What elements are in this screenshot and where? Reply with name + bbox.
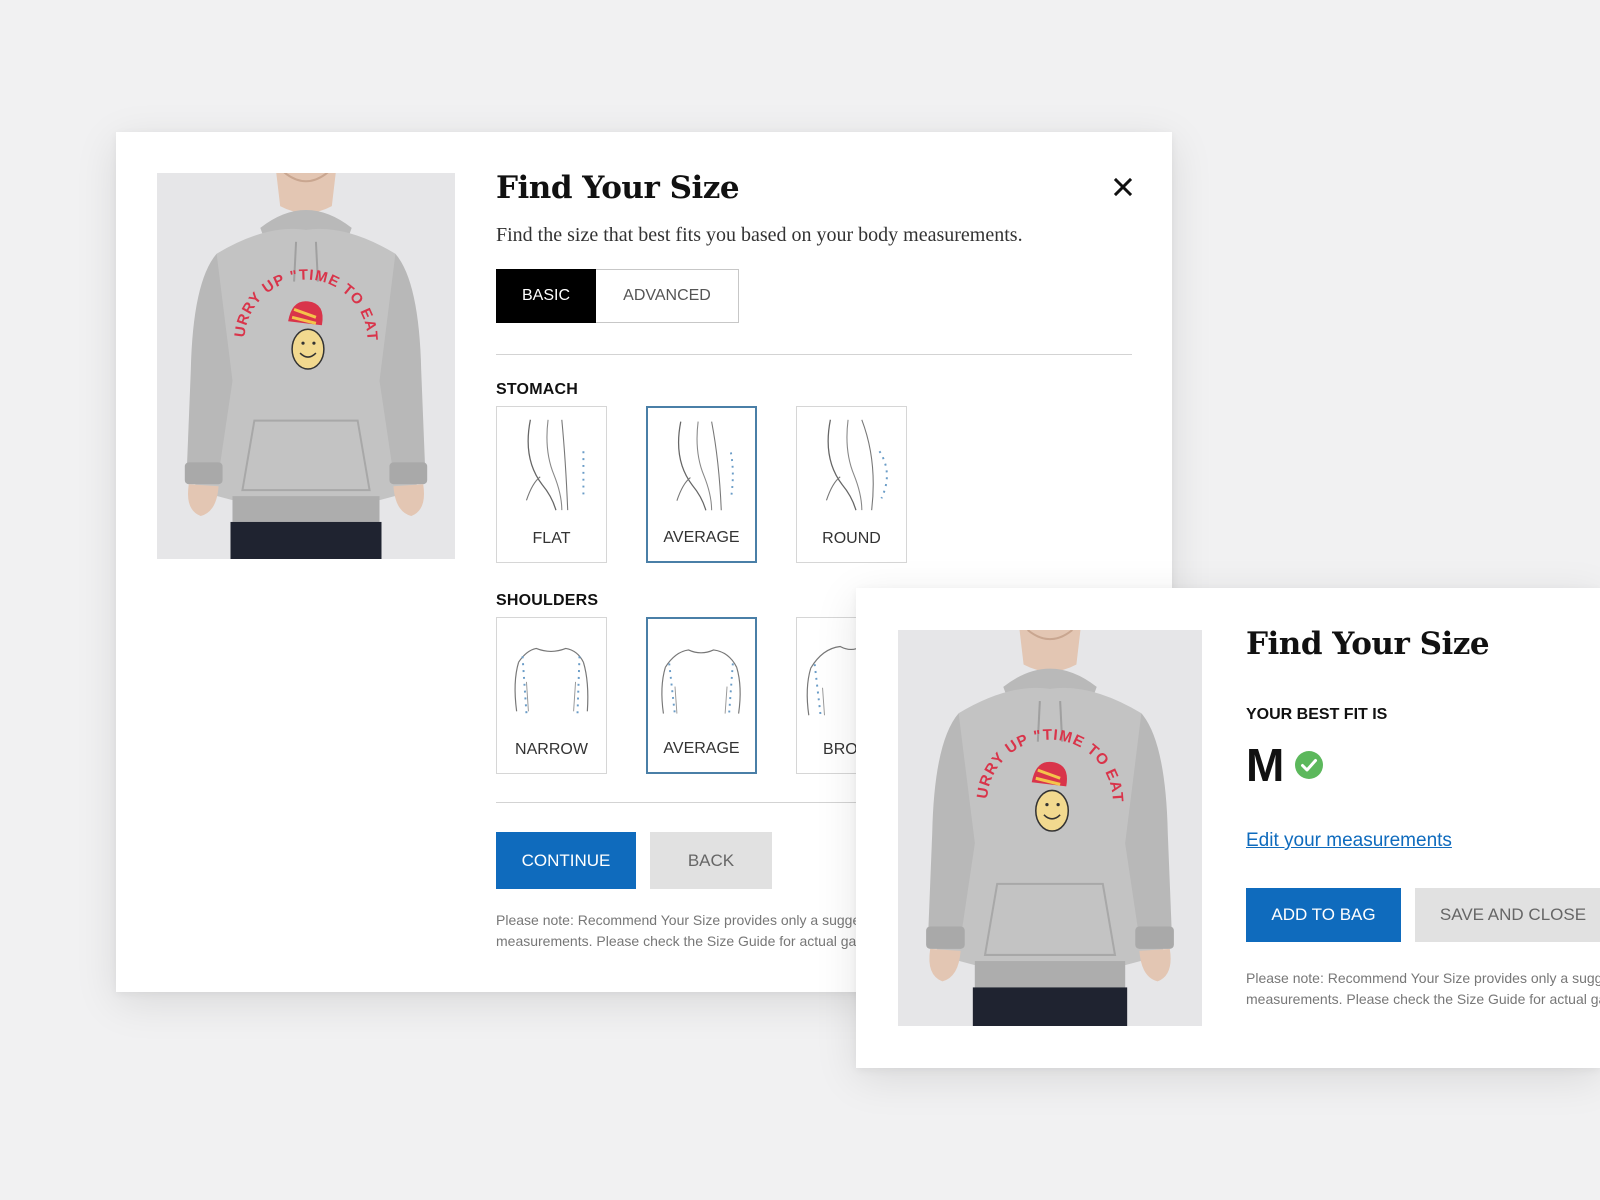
size-value: M xyxy=(1246,739,1285,791)
modal-subtitle: Find the size that best fits you based o… xyxy=(496,224,1023,246)
stomach-option-flat[interactable]: FLAT xyxy=(496,406,607,563)
modal-title: Find Your Size xyxy=(1246,626,1490,662)
shoulders-label: SHOULDERS xyxy=(496,592,599,609)
find-size-result-modal: Find Your Size YOUR BEST FIT IS M Edit y… xyxy=(856,588,1600,1068)
tab-advanced[interactable]: ADVANCED xyxy=(596,269,739,323)
shoulders-options: NARROW AVERAGE BROAD xyxy=(496,617,907,774)
add-to-bag-button[interactable]: ADD TO BAG xyxy=(1246,888,1401,942)
check-circle-icon xyxy=(1295,751,1324,779)
recommended-size: M xyxy=(1246,738,1324,792)
option-label: FLAT xyxy=(532,530,571,547)
stomach-average-illustration xyxy=(676,421,734,511)
save-and-close-button[interactable]: SAVE AND CLOSE xyxy=(1415,888,1600,942)
edit-measurements-link[interactable]: Edit your measurements xyxy=(1246,830,1452,852)
best-fit-label: YOUR BEST FIT IS xyxy=(1246,706,1388,723)
stomach-round-illustration xyxy=(825,419,888,511)
disclaimer-line-2: measurements. Please check the Size Guid… xyxy=(1246,991,1600,1007)
result-actions: ADD TO BAG SAVE AND CLOSE xyxy=(1246,888,1600,942)
back-button[interactable]: BACK xyxy=(650,832,772,889)
stomach-label: STOMACH xyxy=(496,381,578,398)
option-label: ROUND xyxy=(822,530,881,547)
stomach-options: FLAT AVERAGE ROUND xyxy=(496,406,907,563)
product-photo xyxy=(157,173,455,559)
shoulders-option-narrow[interactable]: NARROW xyxy=(496,617,607,774)
shoulders-narrow-illustration xyxy=(514,647,589,714)
stomach-option-round[interactable]: ROUND xyxy=(796,406,907,563)
shoulders-average-illustration xyxy=(661,649,741,716)
mode-tabs: BASIC ADVANCED xyxy=(496,269,739,323)
product-photo xyxy=(898,630,1202,1026)
tab-basic[interactable]: BASIC xyxy=(496,269,596,323)
stomach-flat-illustration xyxy=(525,419,585,511)
shoulders-option-average[interactable]: AVERAGE xyxy=(646,617,757,774)
close-button[interactable] xyxy=(1108,172,1138,202)
stomach-option-average[interactable]: AVERAGE xyxy=(646,406,757,563)
continue-button[interactable]: CONTINUE xyxy=(496,832,636,889)
option-label: AVERAGE xyxy=(663,740,740,757)
close-icon xyxy=(1113,177,1133,197)
modal-title: Find Your Size xyxy=(496,170,740,206)
option-label: NARROW xyxy=(515,741,588,758)
disclaimer-line-1: Please note: Recommend Your Size provide… xyxy=(1246,970,1600,986)
option-label: AVERAGE xyxy=(663,529,740,546)
divider xyxy=(496,354,1132,355)
form-actions: CONTINUE BACK xyxy=(496,832,772,889)
